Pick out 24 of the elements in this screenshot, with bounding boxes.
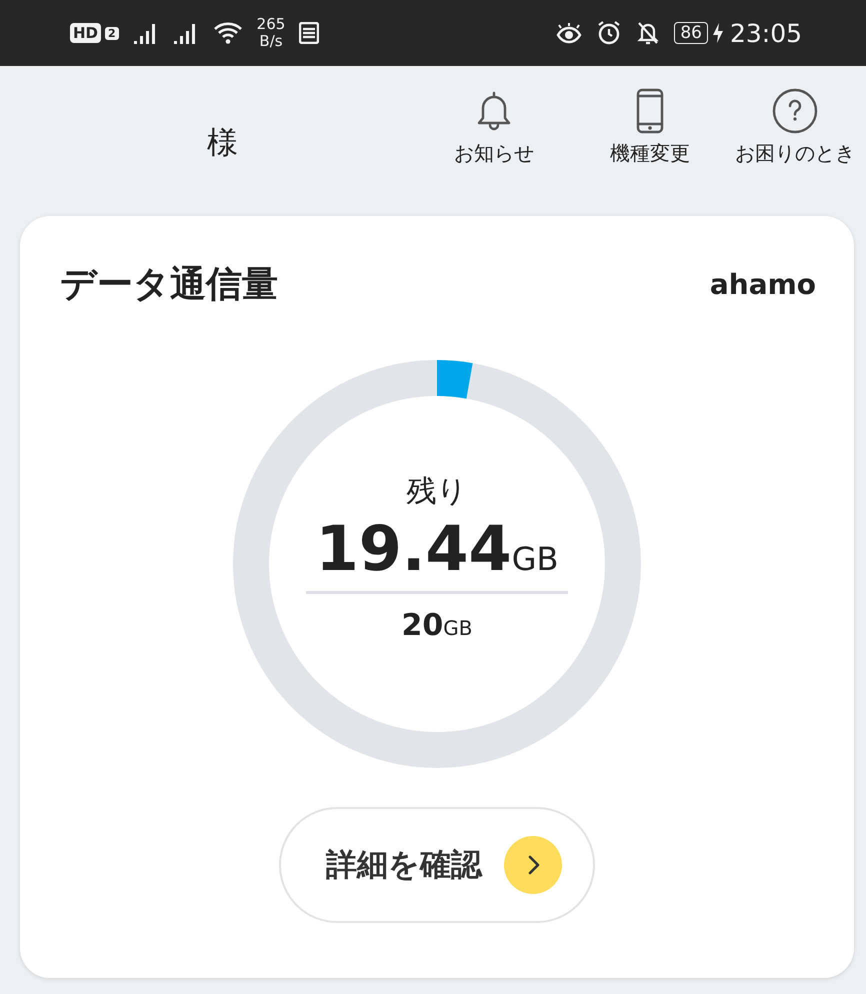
hd-badge: HD xyxy=(70,23,102,43)
clock-time: 23:05 xyxy=(730,18,802,48)
nav-button[interactable]: お知らせ xyxy=(416,88,572,167)
details-button[interactable]: 詳細を確認 xyxy=(279,807,595,923)
remaining-amount: 19.44GB xyxy=(316,512,558,585)
honorific-text: 様 xyxy=(207,124,238,163)
chevron-right-icon xyxy=(504,836,562,894)
charging-icon xyxy=(712,22,724,44)
nav-button[interactable]: 機種変更 xyxy=(572,88,728,167)
eye-icon xyxy=(556,22,582,44)
battery-level: 86 xyxy=(674,22,708,44)
wifi-icon xyxy=(212,21,243,45)
remaining-label: 残り xyxy=(406,473,468,511)
net-speed: 265 xyxy=(256,16,286,33)
help-icon xyxy=(771,88,819,134)
total-amount: 20GB xyxy=(402,608,472,643)
plan-name: ahamo xyxy=(710,268,816,301)
sim-number: 2 xyxy=(105,26,119,40)
bell-off-icon xyxy=(636,20,660,46)
card-title: データ通信量 xyxy=(60,263,278,307)
nav-button[interactable]: お困りのとき xyxy=(728,88,862,167)
alarm-icon xyxy=(596,20,622,46)
notification-icon xyxy=(299,22,320,44)
net-unit: B/s xyxy=(259,33,283,50)
